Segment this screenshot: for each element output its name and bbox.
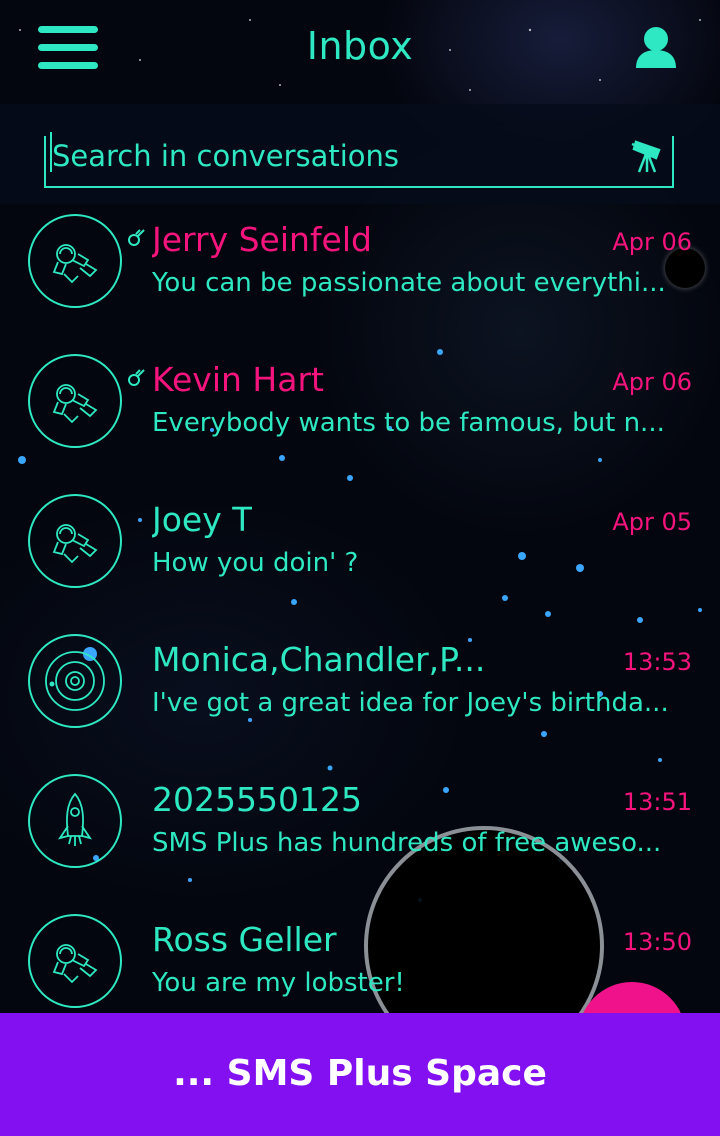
conversation-row[interactable]: Jerry Seinfeld Apr 06 You can be passion… [0, 204, 720, 344]
search-bar: Search in conversations [0, 104, 720, 204]
message-preview: Everybody wants to be famous, but n... [152, 408, 665, 438]
comet-icon [128, 229, 145, 246]
astronaut-icon [52, 944, 98, 984]
avatar [28, 634, 122, 728]
message-date: Apr 06 [612, 368, 692, 396]
contact-name: 2025550125 [152, 780, 362, 819]
avatar [28, 214, 122, 308]
theme-banner[interactable]: ... SMS Plus Space [0, 1013, 720, 1136]
telescope-icon[interactable] [628, 140, 664, 174]
rocket-icon [57, 792, 93, 846]
top-bar: Inbox [0, 0, 720, 104]
conversation-row[interactable]: 2025550125 13:51 SMS Plus has hundreds o… [0, 764, 720, 904]
astronaut-icon [52, 384, 98, 424]
message-date: 13:51 [622, 788, 692, 816]
message-date: Apr 05 [612, 508, 692, 536]
banner-text: ... SMS Plus Space [173, 1053, 547, 1094]
solar-system-icon [45, 651, 105, 711]
avatar [28, 914, 122, 1008]
profile-button[interactable] [632, 24, 680, 72]
contact-name: Kevin Hart [152, 360, 324, 399]
conversation-row[interactable]: Kevin Hart Apr 06 Everybody wants to be … [0, 344, 720, 484]
page-title: Inbox [306, 24, 414, 68]
message-preview: You can be passionate about everythi... [152, 268, 666, 298]
astronaut-icon [52, 244, 98, 284]
message-date: 13:50 [622, 928, 692, 956]
search-input[interactable]: Search in conversations [44, 132, 674, 188]
astronaut-icon [52, 524, 98, 564]
search-placeholder: Search in conversations [52, 139, 400, 173]
avatar [28, 354, 122, 448]
message-preview: How you doin' ? [152, 548, 359, 578]
contact-name: Jerry Seinfeld [152, 220, 372, 259]
comet-icon [128, 369, 145, 386]
avatar [28, 774, 122, 868]
contact-name: Monica,Chandler,P... [152, 640, 486, 679]
message-date: Apr 06 [612, 228, 692, 256]
contact-name: Ross Geller [152, 920, 337, 959]
message-date: 13:53 [622, 648, 692, 676]
message-preview: SMS Plus has hundreds of free aweso... [152, 828, 662, 858]
conversation-row[interactable]: Monica,Chandler,P... 13:53 I've got a gr… [0, 624, 720, 764]
conversation-row[interactable]: Joey T Apr 05 How you doin' ? [0, 484, 720, 624]
message-preview: I've got a great idea for Joey's birthda… [152, 688, 669, 718]
avatar [28, 494, 122, 588]
contact-name: Joey T [152, 500, 253, 539]
user-icon [636, 27, 676, 68]
